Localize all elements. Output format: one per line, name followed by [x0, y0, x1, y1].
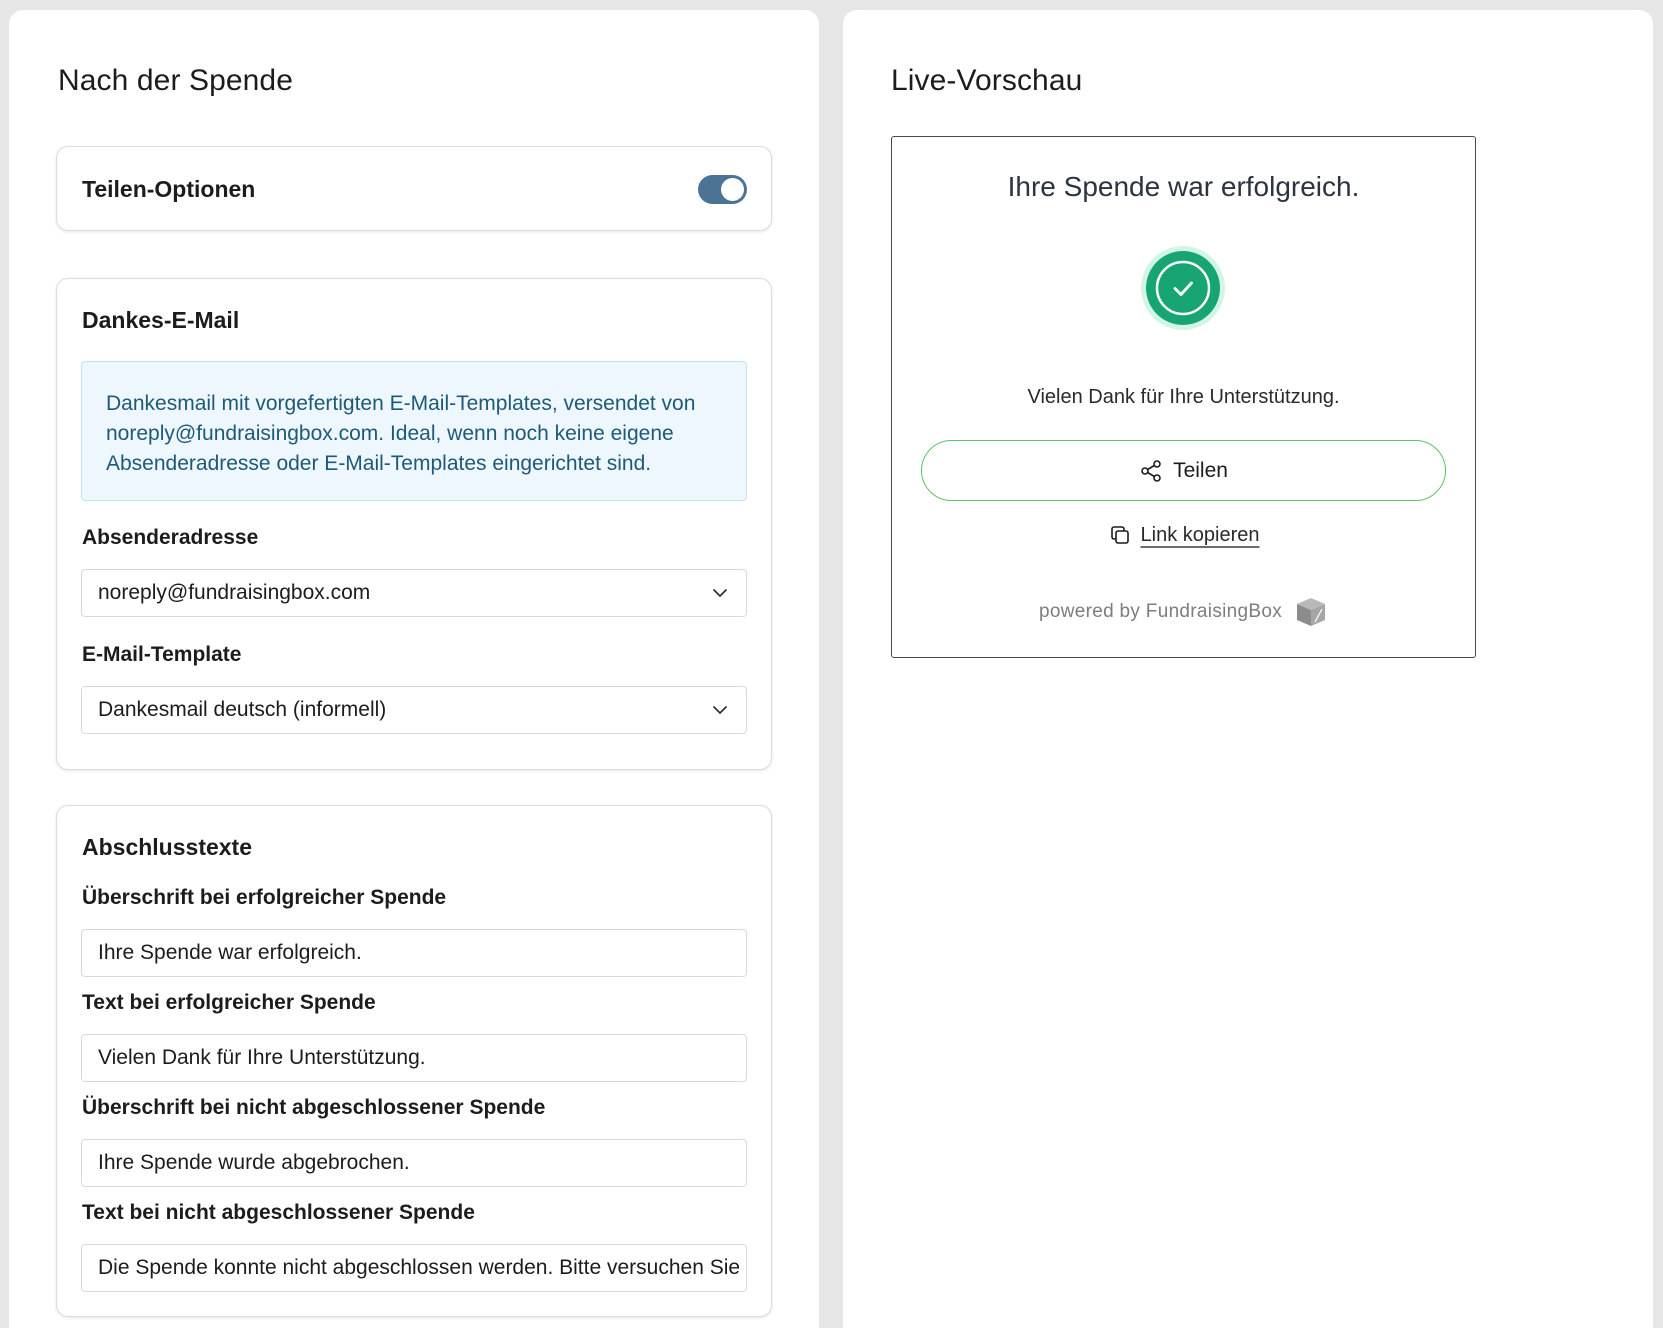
success-heading-input[interactable]: Ihre Spende war erfolgreich.: [81, 929, 747, 977]
sender-address-label: Absenderadresse: [82, 526, 259, 549]
completion-texts-card: Abschlusstexte Überschrift bei erfolgrei…: [56, 805, 772, 1317]
success-heading-label: Überschrift bei erfolgreicher Spende: [82, 886, 447, 909]
success-text-label: Text bei erfolgreicher Spende: [82, 991, 376, 1014]
page-title: Nach der Spende: [58, 64, 293, 97]
powered-by-label: powered by FundraisingBox: [1038, 601, 1283, 622]
email-template-value: Dankesmail deutsch (informell): [98, 698, 387, 721]
settings-panel: Nach der Spende Teilen-Optionen Dankes-E…: [9, 10, 819, 1328]
preview-text: Vielen Dank für Ihre Unterstützung.: [1027, 386, 1340, 408]
share-options-toggle[interactable]: [698, 175, 747, 204]
chevron-down-icon: [713, 706, 727, 714]
aborted-heading-input[interactable]: Ihre Spende wurde abgebrochen.: [81, 1139, 747, 1187]
check-circle-icon: [1141, 246, 1225, 330]
toggle-knob: [721, 178, 744, 201]
thank-you-email-card: Dankes-E-Mail Dankesmail mit vorgefertig…: [56, 278, 772, 770]
completion-texts-heading: Abschlusstexte: [82, 834, 253, 860]
copy-link[interactable]: Link kopieren: [892, 523, 1475, 547]
preview-heading: Ihre Spende war erfolgreich.: [1007, 171, 1360, 202]
share-button[interactable]: Teilen: [921, 440, 1446, 501]
fundraisingbox-logo-icon: [1297, 598, 1326, 626]
copy-link-label: Link kopieren: [1140, 523, 1260, 546]
sender-address-value: noreply@fundraisingbox.com: [98, 581, 371, 604]
preview-frame: Ihre Spende war erfolgreich. Vielen Dank…: [891, 136, 1476, 658]
powered-by: powered by FundraisingBox: [892, 595, 1475, 629]
share-options-heading: Teilen-Optionen: [82, 176, 256, 202]
share-button-label: Teilen: [1173, 458, 1228, 482]
live-preview-panel: Live-Vorschau Ihre Spende war erfolgreic…: [843, 10, 1653, 1328]
success-text-input[interactable]: Vielen Dank für Ihre Unterstützung.: [81, 1034, 747, 1082]
aborted-text-input[interactable]: Die Spende konnte nicht abgeschlossen we…: [81, 1244, 747, 1292]
aborted-heading-label: Überschrift bei nicht abgeschlossener Sp…: [82, 1096, 546, 1119]
preview-title: Live-Vorschau: [891, 64, 1083, 97]
aborted-text-label: Text bei nicht abgeschlossener Spende: [82, 1201, 475, 1224]
copy-icon: [1110, 526, 1129, 544]
thank-you-email-heading: Dankes-E-Mail: [82, 307, 240, 333]
share-options-card: Teilen-Optionen: [56, 146, 772, 231]
info-box: Dankesmail mit vorgefertigten E-Mail-Tem…: [81, 361, 747, 501]
chevron-down-icon: [713, 589, 727, 597]
share-icon: [1141, 459, 1161, 482]
email-template-select[interactable]: Dankesmail deutsch (informell): [81, 686, 747, 734]
email-template-label: E-Mail-Template: [82, 643, 242, 666]
sender-address-select[interactable]: noreply@fundraisingbox.com: [81, 569, 747, 617]
